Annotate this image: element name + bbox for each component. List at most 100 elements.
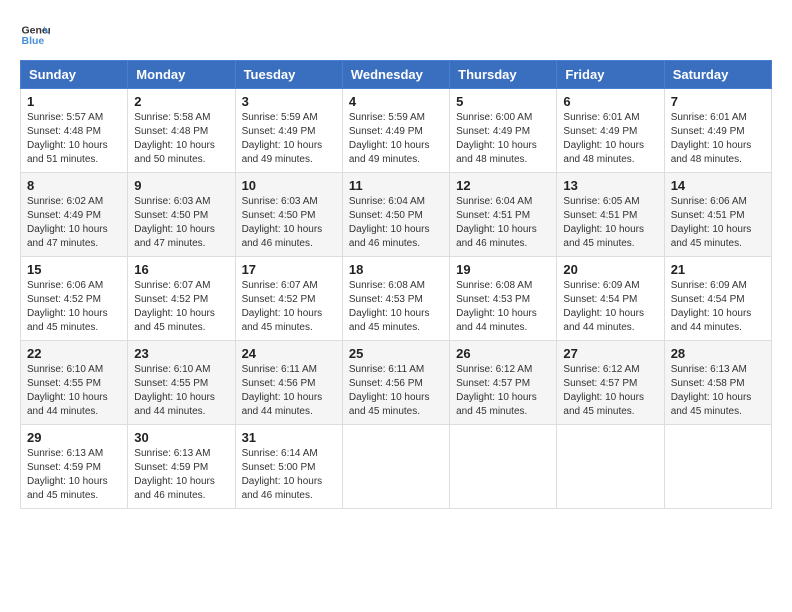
day-info: Sunrise: 6:07 AMSunset: 4:52 PMDaylight:…: [242, 279, 336, 335]
day-info: Sunrise: 6:04 AMSunset: 4:50 PMDaylight:…: [349, 195, 443, 251]
day-info: Sunrise: 6:10 AMSunset: 4:55 PMDaylight:…: [27, 363, 121, 419]
day-number: 5: [456, 94, 550, 109]
day-info: Sunrise: 6:06 AMSunset: 4:52 PMDaylight:…: [27, 279, 121, 335]
calendar-week-1: 1Sunrise: 5:57 AMSunset: 4:48 PMDaylight…: [21, 89, 772, 173]
day-number: 4: [349, 94, 443, 109]
day-cell-1: 1Sunrise: 5:57 AMSunset: 4:48 PMDaylight…: [21, 89, 128, 173]
day-cell-23: 23Sunrise: 6:10 AMSunset: 4:55 PMDayligh…: [128, 341, 235, 425]
day-info: Sunrise: 6:06 AMSunset: 4:51 PMDaylight:…: [671, 195, 765, 251]
day-info: Sunrise: 6:13 AMSunset: 4:59 PMDaylight:…: [27, 447, 121, 503]
day-info: Sunrise: 6:08 AMSunset: 4:53 PMDaylight:…: [456, 279, 550, 335]
day-cell-14: 14 Sunrise: 6:06 AMSunset: 4:51 PMDayligh…: [664, 173, 771, 257]
day-cell-12: 12 Sunrise: 6:04 AMSunset: 4:51 PMDayligh…: [450, 173, 557, 257]
calendar-week-5: 29 Sunrise: 6:13 AMSunset: 4:59 PMDayligh…: [21, 425, 772, 509]
day-cell-28: 28Sunrise: 6:13 AMSunset: 4:58 PMDayligh…: [664, 341, 771, 425]
day-cell-26: 26 Sunrise: 6:12 AMSunset: 4:57 PMDayligh…: [450, 341, 557, 425]
day-info: Sunrise: 6:13 AMSunset: 4:59 PMDaylight:…: [134, 447, 228, 503]
day-info: Sunrise: 6:09 AMSunset: 4:54 PMDaylight:…: [563, 279, 657, 335]
day-number: 9: [134, 178, 228, 193]
day-number: 31: [242, 430, 336, 445]
day-cell-8: 8 Sunrise: 6:02 AMSunset: 4:49 PMDaylight…: [21, 173, 128, 257]
day-cell-18: 18Sunrise: 6:08 AMSunset: 4:53 PMDayligh…: [342, 257, 449, 341]
day-info: Sunrise: 6:01 AMSunset: 4:49 PMDaylight:…: [671, 111, 765, 167]
day-number: 28: [671, 346, 765, 361]
calendar-week-3: 15 Sunrise: 6:06 AMSunset: 4:52 PMDayligh…: [21, 257, 772, 341]
day-number: 6: [563, 94, 657, 109]
day-info: Sunrise: 5:58 AMSunset: 4:48 PMDaylight:…: [134, 111, 228, 167]
day-cell-6: 6 Sunrise: 6:01 AMSunset: 4:49 PMDaylight…: [557, 89, 664, 173]
calendar-week-4: 22 Sunrise: 6:10 AMSunset: 4:55 PMDayligh…: [21, 341, 772, 425]
day-info: Sunrise: 6:11 AMSunset: 4:56 PMDaylight:…: [349, 363, 443, 419]
empty-cell: [450, 425, 557, 509]
day-number: 17: [242, 262, 336, 277]
day-number: 27: [563, 346, 657, 361]
day-cell-22: 22 Sunrise: 6:10 AMSunset: 4:55 PMDayligh…: [21, 341, 128, 425]
logo-icon: General Blue: [20, 20, 50, 50]
header-sunday: Sunday: [21, 61, 128, 89]
day-cell-11: 11Sunrise: 6:04 AMSunset: 4:50 PMDayligh…: [342, 173, 449, 257]
day-number: 22: [27, 346, 121, 361]
empty-cell: [664, 425, 771, 509]
page-header: General Blue: [20, 20, 772, 50]
header-wednesday: Wednesday: [342, 61, 449, 89]
day-cell-4: 4 Sunrise: 5:59 AMSunset: 4:49 PMDaylight…: [342, 89, 449, 173]
day-info: Sunrise: 6:01 AMSunset: 4:49 PMDaylight:…: [563, 111, 657, 167]
day-number: 7: [671, 94, 765, 109]
day-number: 23: [134, 346, 228, 361]
header-thursday: Thursday: [450, 61, 557, 89]
day-cell-3: 3Sunrise: 5:59 AMSunset: 4:49 PMDaylight…: [235, 89, 342, 173]
day-cell-20: 20Sunrise: 6:09 AMSunset: 4:54 PMDayligh…: [557, 257, 664, 341]
day-info: Sunrise: 6:08 AMSunset: 4:53 PMDaylight:…: [349, 279, 443, 335]
calendar-week-2: 8 Sunrise: 6:02 AMSunset: 4:49 PMDaylight…: [21, 173, 772, 257]
logo: General Blue: [20, 20, 54, 50]
empty-cell: [342, 425, 449, 509]
day-cell-15: 15 Sunrise: 6:06 AMSunset: 4:52 PMDayligh…: [21, 257, 128, 341]
day-number: 16: [134, 262, 228, 277]
day-cell-5: 5 Sunrise: 6:00 AMSunset: 4:49 PMDaylight…: [450, 89, 557, 173]
empty-cell: [557, 425, 664, 509]
day-cell-13: 13Sunrise: 6:05 AMSunset: 4:51 PMDayligh…: [557, 173, 664, 257]
day-info: Sunrise: 6:04 AMSunset: 4:51 PMDaylight:…: [456, 195, 550, 251]
day-number: 26: [456, 346, 550, 361]
day-number: 14: [671, 178, 765, 193]
day-cell-31: 31Sunrise: 6:14 AMSunset: 5:00 PMDayligh…: [235, 425, 342, 509]
header-saturday: Saturday: [664, 61, 771, 89]
day-number: 24: [242, 346, 336, 361]
day-cell-24: 24 Sunrise: 6:11 AMSunset: 4:56 PMDayligh…: [235, 341, 342, 425]
calendar-table: SundayMondayTuesdayWednesdayThursdayFrid…: [20, 60, 772, 509]
day-cell-10: 10Sunrise: 6:03 AMSunset: 4:50 PMDayligh…: [235, 173, 342, 257]
day-cell-2: 2 Sunrise: 5:58 AMSunset: 4:48 PMDaylight…: [128, 89, 235, 173]
day-cell-7: 7 Sunrise: 6:01 AMSunset: 4:49 PMDaylight…: [664, 89, 771, 173]
day-number: 19: [456, 262, 550, 277]
day-cell-17: 17 Sunrise: 6:07 AMSunset: 4:52 PMDayligh…: [235, 257, 342, 341]
day-number: 12: [456, 178, 550, 193]
day-number: 21: [671, 262, 765, 277]
day-cell-21: 21 Sunrise: 6:09 AMSunset: 4:54 PMDayligh…: [664, 257, 771, 341]
header-friday: Friday: [557, 61, 664, 89]
day-info: Sunrise: 6:02 AMSunset: 4:49 PMDaylight:…: [27, 195, 121, 251]
day-cell-19: 19 Sunrise: 6:08 AMSunset: 4:53 PMDayligh…: [450, 257, 557, 341]
day-number: 29: [27, 430, 121, 445]
day-info: Sunrise: 6:09 AMSunset: 4:54 PMDaylight:…: [671, 279, 765, 335]
day-number: 15: [27, 262, 121, 277]
svg-text:Blue: Blue: [22, 35, 45, 47]
day-number: 25: [349, 346, 443, 361]
day-info: Sunrise: 6:03 AMSunset: 4:50 PMDaylight:…: [134, 195, 228, 251]
day-cell-9: 9 Sunrise: 6:03 AMSunset: 4:50 PMDaylight…: [128, 173, 235, 257]
day-cell-30: 30Sunrise: 6:13 AMSunset: 4:59 PMDayligh…: [128, 425, 235, 509]
day-number: 13: [563, 178, 657, 193]
day-info: Sunrise: 6:12 AMSunset: 4:57 PMDaylight:…: [456, 363, 550, 419]
day-info: Sunrise: 6:12 AMSunset: 4:57 PMDaylight:…: [563, 363, 657, 419]
day-cell-16: 16Sunrise: 6:07 AMSunset: 4:52 PMDayligh…: [128, 257, 235, 341]
day-info: Sunrise: 6:00 AMSunset: 4:49 PMDaylight:…: [456, 111, 550, 167]
calendar-header-row: SundayMondayTuesdayWednesdayThursdayFrid…: [21, 61, 772, 89]
day-info: Sunrise: 5:59 AMSunset: 4:49 PMDaylight:…: [349, 111, 443, 167]
day-cell-29: 29 Sunrise: 6:13 AMSunset: 4:59 PMDayligh…: [21, 425, 128, 509]
day-number: 8: [27, 178, 121, 193]
day-info: Sunrise: 6:03 AMSunset: 4:50 PMDaylight:…: [242, 195, 336, 251]
day-number: 1: [27, 94, 121, 109]
day-cell-25: 25 Sunrise: 6:11 AMSunset: 4:56 PMDayligh…: [342, 341, 449, 425]
day-number: 2: [134, 94, 228, 109]
header-tuesday: Tuesday: [235, 61, 342, 89]
day-info: Sunrise: 6:11 AMSunset: 4:56 PMDaylight:…: [242, 363, 336, 419]
